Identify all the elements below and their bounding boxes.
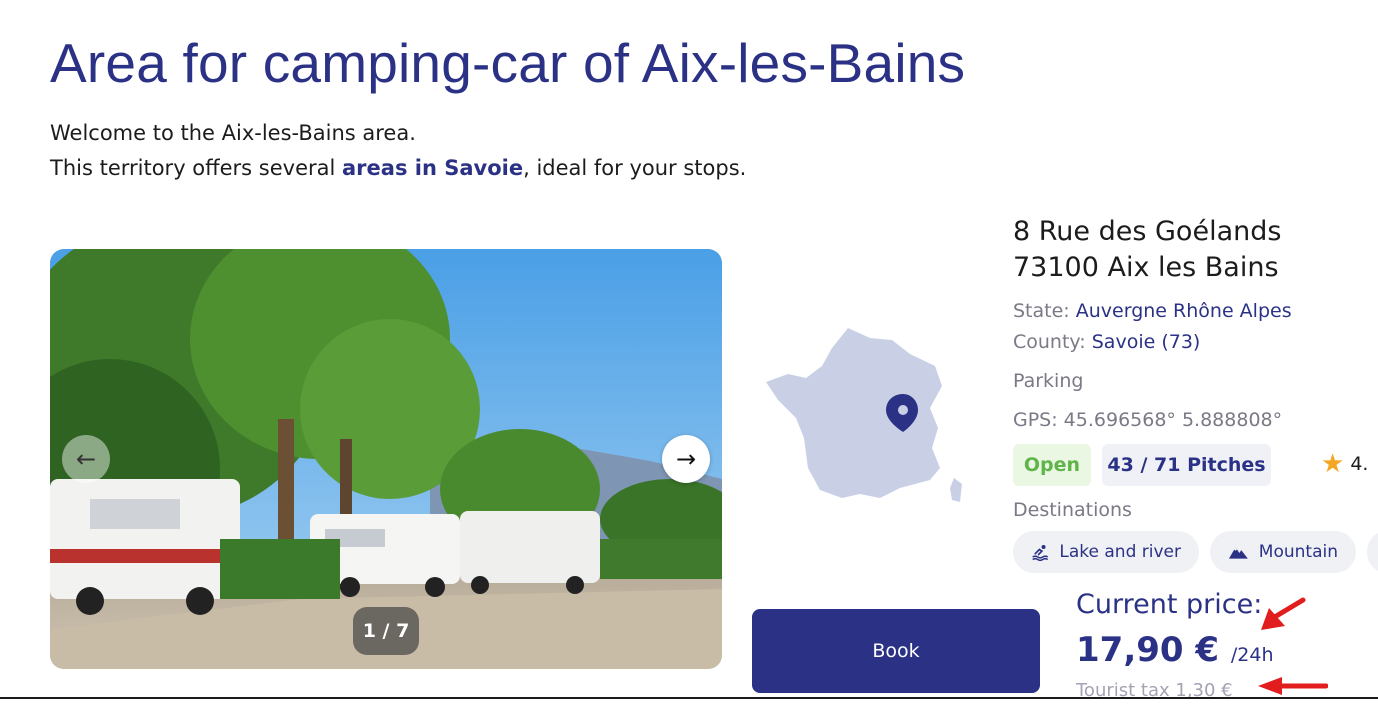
intro-text-before: This territory offers several <box>50 156 343 180</box>
current-price: 17,90 € /24h <box>1076 630 1274 670</box>
arrow-right-icon: → <box>675 445 697 473</box>
areas-in-savoie-link[interactable]: areas in Savoie <box>342 156 523 180</box>
star-icon: ★ <box>1321 449 1345 479</box>
pitches-badge: 43 / 71 Pitches <box>1102 444 1271 486</box>
intro-text: Welcome to the Aix-les-Bains area. This … <box>50 116 746 186</box>
open-status-badge: Open <box>1013 444 1091 486</box>
state-label: State: <box>1013 300 1070 322</box>
price-unit: /24h <box>1230 644 1274 666</box>
destinations-label: Destinations <box>1013 499 1132 521</box>
carousel-next-button[interactable]: → <box>662 435 710 483</box>
intro-text-after: , ideal for your stops. <box>523 156 747 180</box>
address: 8 Rue des Goélands 73100 Aix les Bains <box>1013 214 1281 286</box>
carousel-prev-button[interactable]: ← <box>62 435 110 483</box>
county-link[interactable]: Savoie (73) <box>1092 331 1201 353</box>
intro-line-2: This territory offers several areas in S… <box>50 151 746 186</box>
state-link[interactable]: Auvergne Rhône Alpes <box>1076 300 1292 322</box>
destination-chip-lake-and-river[interactable]: Lake and river <box>1013 531 1199 573</box>
current-price-label: Current price: <box>1076 589 1263 620</box>
france-map <box>766 328 962 502</box>
divider <box>0 697 1378 699</box>
price-amount: 17,90 € <box>1076 630 1220 670</box>
swimmer-icon <box>1032 544 1049 562</box>
address-city: 73100 Aix les Bains <box>1013 252 1279 283</box>
annotation-arrow-icon <box>1258 677 1328 695</box>
county-row: County: Savoie (73) <box>1013 331 1200 353</box>
area-type: Parking <box>1013 370 1084 392</box>
arrow-left-icon: ← <box>75 445 97 473</box>
photo-carousel[interactable]: ← → 1 / 7 <box>50 249 722 669</box>
page-title: Area for camping-car of Aix-les-Bains <box>50 32 966 94</box>
annotation-arrow-icon <box>1261 597 1306 630</box>
rating: ★ 4. <box>1321 451 1368 477</box>
county-label: County: <box>1013 331 1086 353</box>
address-street: 8 Rue des Goélands <box>1013 216 1282 247</box>
destination-label: Lake and river <box>1059 542 1181 562</box>
mountain-icon <box>1228 547 1248 559</box>
book-button[interactable]: Book <box>752 609 1040 693</box>
page: Area for camping-car of Aix-les-Bains We… <box>0 0 1378 719</box>
gps-coordinates: GPS: 45.696568° 5.888808° <box>1013 409 1283 431</box>
carousel-photo <box>50 249 722 669</box>
destination-label: Mountain <box>1258 542 1338 562</box>
destination-chip-more[interactable] <box>1367 531 1378 573</box>
destination-chip-mountain[interactable]: Mountain <box>1210 531 1356 573</box>
intro-line-1: Welcome to the Aix-les-Bains area. <box>50 121 416 145</box>
rating-value: 4. <box>1350 453 1369 475</box>
state-row: State: Auvergne Rhône Alpes <box>1013 300 1292 322</box>
carousel-counter: 1 / 7 <box>353 607 419 655</box>
